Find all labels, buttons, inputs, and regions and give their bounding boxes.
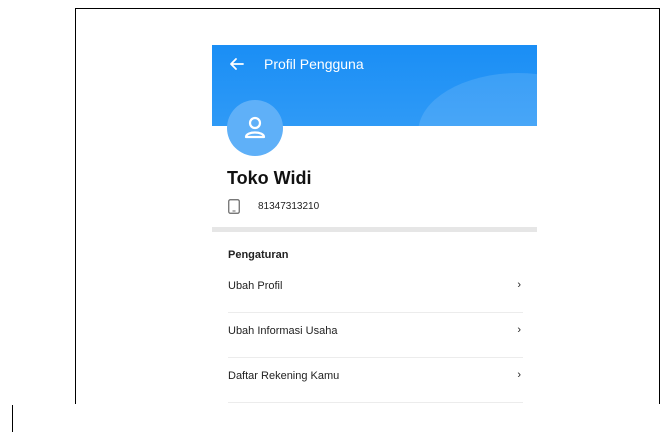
menu-item-label: Ubah Profil — [228, 280, 283, 292]
chevron-right-icon: › — [517, 369, 521, 381]
profile-screen: Profil Pengguna Toko Widi 81347313210 Pe… — [212, 45, 537, 404]
avatar — [227, 100, 283, 156]
settings-section-title: Pengaturan — [228, 249, 289, 261]
header-decoration — [418, 73, 537, 126]
menu-item-ubah-informasi-usaha[interactable]: Ubah Informasi Usaha › — [228, 312, 523, 358]
menu-item-label: Ubah Informasi Usaha — [228, 325, 338, 337]
user-name: Toko Widi — [227, 168, 312, 188]
arrow-left-icon[interactable] — [228, 55, 246, 73]
menu-item-daftar-rekening[interactable]: Daftar Rekening Kamu › — [228, 357, 523, 403]
phone-number: 81347313210 — [258, 201, 320, 212]
chevron-right-icon: › — [517, 279, 521, 291]
phone-icon — [228, 199, 240, 214]
frame-border-left — [75, 8, 76, 404]
menu-item-ubah-profil[interactable]: Ubah Profil › — [228, 267, 523, 313]
page-title: Profil Pengguna — [264, 56, 364, 72]
menu-item-label: Daftar Rekening Kamu — [228, 370, 340, 382]
text-cursor — [12, 405, 13, 432]
frame-border-right — [659, 8, 660, 404]
chevron-right-icon: › — [517, 324, 521, 336]
frame-border-top — [75, 8, 660, 9]
section-divider — [212, 227, 537, 232]
user-icon — [244, 116, 266, 139]
